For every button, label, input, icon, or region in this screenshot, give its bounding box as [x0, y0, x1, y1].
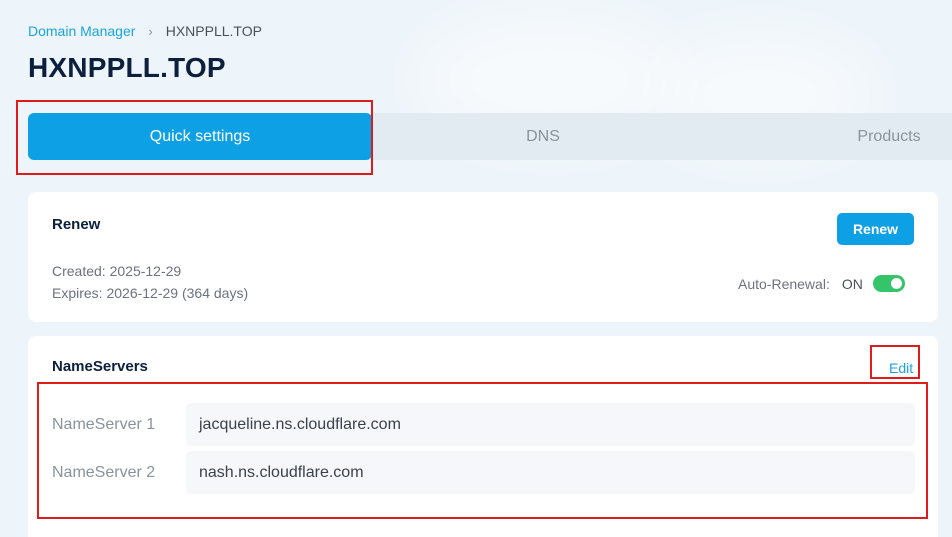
- renew-title: Renew: [52, 216, 101, 233]
- page-title: HXNPPLL.TOP: [28, 52, 226, 83]
- tab-dns[interactable]: DNS: [468, 113, 618, 160]
- chevron-right-icon: ›: [148, 23, 153, 39]
- auto-renewal-label: Auto-Renewal:: [738, 275, 830, 292]
- tab-quick-settings[interactable]: Quick settings: [28, 113, 372, 160]
- renew-button[interactable]: Renew: [837, 213, 914, 245]
- renew-card: [28, 192, 938, 322]
- breadcrumb-current: HXNPPLL.TOP: [165, 23, 262, 39]
- toggle-knob: [890, 278, 902, 289]
- nameservers-title: NameServers: [52, 358, 148, 375]
- nameserver-1-field[interactable]: jacqueline.ns.cloudflare.com: [186, 403, 915, 446]
- breadcrumb-domain-manager-link[interactable]: Domain Manager: [28, 23, 135, 39]
- auto-renewal-state: ON: [841, 275, 863, 292]
- nameserver-1-label: NameServer 1: [52, 416, 156, 433]
- tab-products[interactable]: Products: [814, 113, 952, 160]
- nameserver-2-label: NameServer 2: [52, 464, 156, 481]
- expires-date: Expires: 2026-12-29 (364 days): [52, 285, 249, 301]
- edit-nameservers-link[interactable]: Edit: [889, 360, 913, 376]
- auto-renewal-toggle[interactable]: [872, 275, 905, 292]
- nameserver-2-field[interactable]: nash.ns.cloudflare.com: [186, 451, 915, 494]
- created-date: Created: 2025-12-29: [52, 263, 182, 279]
- tab-bar: Quick settings DNS Products: [28, 113, 952, 160]
- auto-renewal: Auto-Renewal: ON: [738, 275, 905, 292]
- breadcrumb: Domain Manager › HXNPPLL.TOP: [28, 22, 262, 40]
